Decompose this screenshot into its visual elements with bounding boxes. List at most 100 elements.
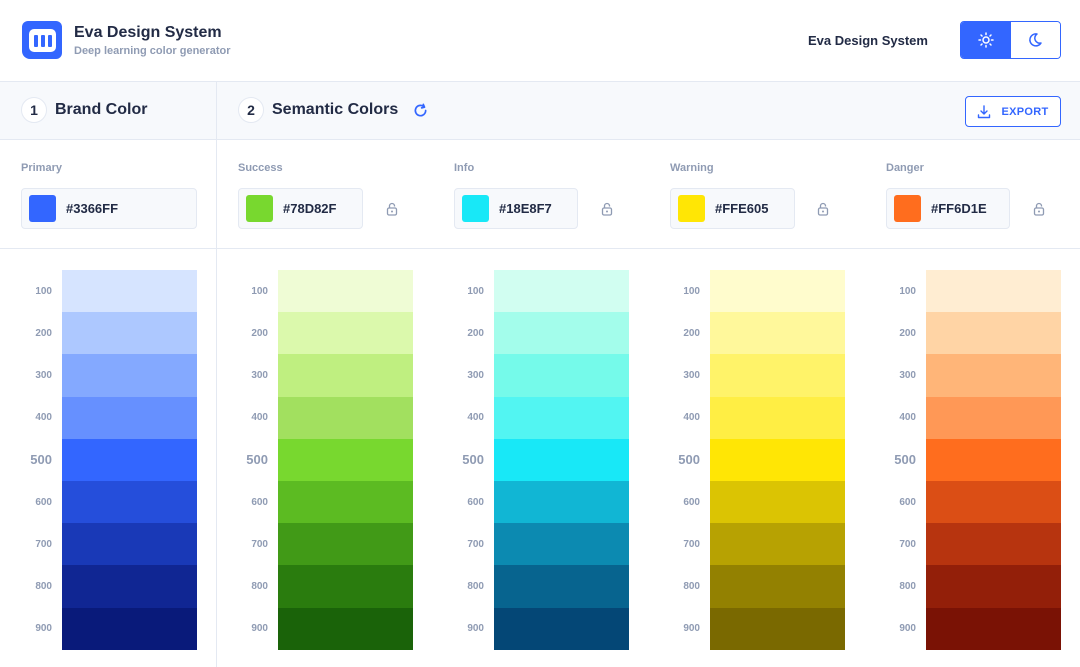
info-hex-input[interactable]: #18E8F7: [454, 188, 578, 229]
shade-swatch[interactable]: [710, 565, 845, 608]
info-shade-300: 300: [432, 354, 632, 397]
moon-icon: [1029, 33, 1042, 47]
shade-level-label: 100: [899, 285, 916, 297]
unlock-icon[interactable]: [600, 202, 614, 216]
success-color-swatch[interactable]: [246, 195, 273, 222]
eva-design-system-link[interactable]: Eva Design System: [808, 33, 928, 48]
warning-shade-200: 200: [648, 312, 848, 355]
info-hex-value: #18E8F7: [499, 201, 552, 216]
shade-swatch[interactable]: [62, 312, 197, 355]
step-number: 1: [21, 97, 47, 123]
success-hex-input[interactable]: #78D82F: [238, 188, 363, 229]
danger-shade-700: 700: [864, 523, 1064, 566]
shade-level-label: 600: [467, 496, 484, 508]
success-hex-value: #78D82F: [283, 201, 337, 216]
shade-swatch[interactable]: [710, 312, 845, 355]
shade-level-label: 300: [683, 369, 700, 381]
shade-swatch[interactable]: [62, 565, 197, 608]
warning-label: Warning: [670, 162, 714, 174]
shade-swatch[interactable]: [494, 354, 629, 397]
info-shade-700: 700: [432, 523, 632, 566]
shade-swatch[interactable]: [278, 438, 413, 481]
shade-level-label: 100: [467, 285, 484, 297]
refresh-button[interactable]: [412, 102, 428, 118]
shade-swatch[interactable]: [494, 481, 629, 524]
shade-swatch[interactable]: [278, 523, 413, 566]
primary-shade-500: 500: [0, 438, 200, 481]
shade-swatch[interactable]: [494, 270, 629, 313]
primary-color-swatch[interactable]: [29, 195, 56, 222]
eva-logo-icon[interactable]: [20, 17, 64, 61]
shade-swatch[interactable]: [278, 565, 413, 608]
shade-swatch[interactable]: [62, 270, 197, 313]
shade-swatch[interactable]: [926, 396, 1061, 439]
shade-swatch[interactable]: [62, 481, 197, 524]
danger-shade-600: 600: [864, 481, 1064, 524]
shade-swatch[interactable]: [494, 312, 629, 355]
info-color-swatch[interactable]: [462, 195, 489, 222]
shade-swatch[interactable]: [926, 607, 1061, 650]
primary-hex-input[interactable]: #3366FF: [21, 188, 197, 229]
dark-theme-button[interactable]: [1010, 22, 1060, 58]
shade-swatch[interactable]: [926, 438, 1061, 481]
primary-shade-700: 700: [0, 523, 200, 566]
unlock-icon[interactable]: [385, 202, 399, 216]
shade-swatch[interactable]: [62, 523, 197, 566]
danger-shade-900: 900: [864, 607, 1064, 650]
shade-level-label: 900: [899, 623, 916, 635]
section-bar: 1 Brand Color 2 Semantic Colors EXPORT: [0, 82, 1080, 140]
shade-swatch[interactable]: [278, 481, 413, 524]
warning-shade-700: 700: [648, 523, 848, 566]
unlock-icon[interactable]: [816, 202, 830, 216]
shade-swatch[interactable]: [710, 607, 845, 650]
export-button[interactable]: EXPORT: [965, 96, 1061, 127]
shade-swatch[interactable]: [278, 270, 413, 313]
shade-swatch[interactable]: [926, 270, 1061, 313]
warning-hex-input[interactable]: #FFE605: [670, 188, 795, 229]
shade-swatch[interactable]: [710, 270, 845, 313]
unlock-icon[interactable]: [1032, 202, 1046, 216]
app-subtitle: Deep learning color generator: [74, 45, 231, 57]
shade-swatch[interactable]: [494, 438, 629, 481]
shade-level-label: 700: [683, 538, 700, 550]
shade-swatch[interactable]: [278, 396, 413, 439]
shade-swatch[interactable]: [278, 354, 413, 397]
warning-color-swatch[interactable]: [678, 195, 705, 222]
success-label: Success: [238, 162, 283, 174]
danger-color-swatch[interactable]: [894, 195, 921, 222]
danger-hex-input[interactable]: #FF6D1E: [886, 188, 1010, 229]
shade-swatch[interactable]: [926, 523, 1061, 566]
shade-swatch[interactable]: [710, 396, 845, 439]
shade-level-label: 800: [251, 580, 268, 592]
shade-swatch[interactable]: [710, 438, 845, 481]
success-shade-700: 700: [216, 523, 416, 566]
shade-swatch[interactable]: [494, 523, 629, 566]
shade-swatch[interactable]: [494, 565, 629, 608]
shade-swatch[interactable]: [494, 607, 629, 650]
shade-level-label: 200: [683, 327, 700, 339]
shade-swatch[interactable]: [710, 481, 845, 524]
shade-swatch[interactable]: [926, 481, 1061, 524]
shade-swatch[interactable]: [926, 354, 1061, 397]
light-theme-button[interactable]: [961, 22, 1011, 58]
shade-swatch[interactable]: [62, 354, 197, 397]
shade-level-label: 200: [467, 327, 484, 339]
shade-swatch[interactable]: [62, 607, 197, 650]
shade-swatch[interactable]: [710, 523, 845, 566]
shade-swatch[interactable]: [926, 312, 1061, 355]
shade-level-label: 800: [467, 580, 484, 592]
shade-level-label: 100: [251, 285, 268, 297]
theme-toggle: [960, 21, 1061, 59]
shade-swatch[interactable]: [62, 438, 197, 481]
danger-shade-800: 800: [864, 565, 1064, 608]
shade-swatch[interactable]: [278, 607, 413, 650]
shade-level-label: 600: [899, 496, 916, 508]
shade-swatch[interactable]: [62, 396, 197, 439]
shade-swatch[interactable]: [926, 565, 1061, 608]
primary-hex-value: #3366FF: [66, 201, 119, 216]
refresh-icon: [414, 103, 427, 116]
shade-swatch[interactable]: [494, 396, 629, 439]
shade-swatch[interactable]: [710, 354, 845, 397]
shade-level-label: 700: [467, 538, 484, 550]
shade-swatch[interactable]: [278, 312, 413, 355]
